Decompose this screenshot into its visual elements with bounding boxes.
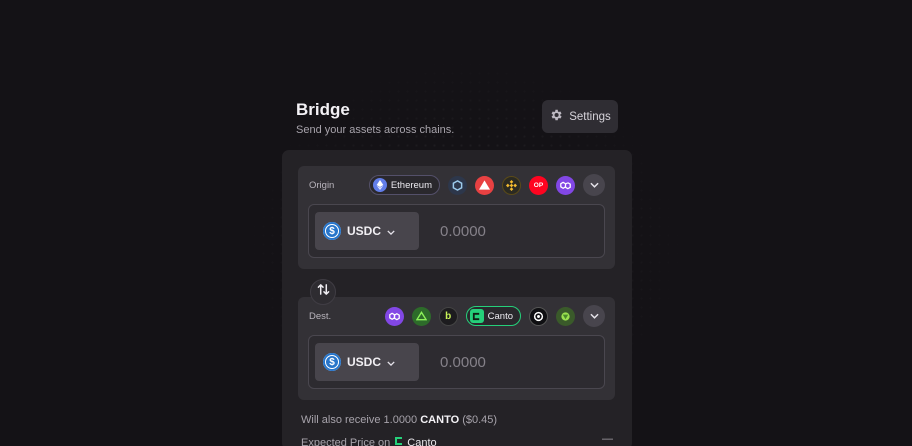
origin-section: Origin Ethereum OP $ USDC [298,166,615,269]
settings-label: Settings [569,110,611,123]
avalanche-icon[interactable] [475,175,494,195]
usdc-icon: $ [323,222,341,240]
page-header: Bridge Send your assets across chains. [296,100,454,136]
expected-price-value: — [602,433,613,445]
page-subtitle: Send your assets across chains. [296,124,455,136]
expected-price-row: Expected Price on Canto [301,436,437,446]
receive-note: Will also receive 1.0000 CANTO ($0.45) [301,414,497,426]
expected-price-chain-label: Canto [407,436,437,446]
swap-arrows-icon [317,283,330,301]
celo-icon[interactable] [529,306,548,326]
receive-usd: ($0.45) [462,414,498,426]
canto-icon [394,436,404,446]
metis-icon[interactable] [556,306,575,326]
chain-chip-ethereum[interactable]: Ethereum [368,175,440,195]
dest-section: Dest. b Canto $ USDC [298,297,615,400]
origin-token-label: USDC [347,224,382,238]
dest-token-selector[interactable]: $ USDC [315,343,419,381]
arbitrum-nova-icon[interactable] [411,306,431,326]
expected-price-chain: Canto [394,436,437,446]
chain-chip-label: Ethereum [390,179,432,191]
dest-amount-input[interactable] [440,354,590,371]
receive-prefix: Will also receive 1.0000 [301,414,418,426]
chain-chip-canto[interactable]: Canto [465,306,521,326]
base-icon[interactable]: b [438,306,458,326]
origin-chain-selector: Ethereum OP [368,174,605,196]
ethereum-icon [372,178,387,192]
expected-price-label: Expected Price on [301,436,391,446]
usdc-icon: $ [323,353,341,371]
polygon-icon[interactable] [556,175,575,195]
chevron-down-icon [387,355,395,369]
origin-amount-input[interactable] [440,223,590,240]
page-title: Bridge [296,100,350,119]
origin-token-selector[interactable]: $ USDC [315,212,419,250]
canto-icon [469,309,484,323]
dest-amount-box: $ USDC [308,335,605,389]
dest-token-label: USDC [347,355,382,369]
dest-label: Dest. [309,311,332,322]
polygon-icon[interactable] [384,306,404,326]
chevron-down-icon [387,224,395,238]
dest-chain-selector: b Canto [384,305,605,327]
dest-chain-expand-button[interactable] [583,305,605,327]
swap-direction-button[interactable] [310,279,336,305]
arbitrum-icon[interactable] [448,175,467,195]
settings-button[interactable]: Settings [542,100,618,133]
origin-amount-box: $ USDC [308,204,605,258]
origin-label: Origin [309,180,335,191]
origin-chain-expand-button[interactable] [583,174,605,196]
gear-icon [549,108,563,125]
chain-chip-label: Canto [487,310,513,322]
bnb-icon[interactable] [502,175,521,195]
optimism-icon[interactable]: OP [529,175,548,195]
receive-token: CANTO [420,414,460,426]
